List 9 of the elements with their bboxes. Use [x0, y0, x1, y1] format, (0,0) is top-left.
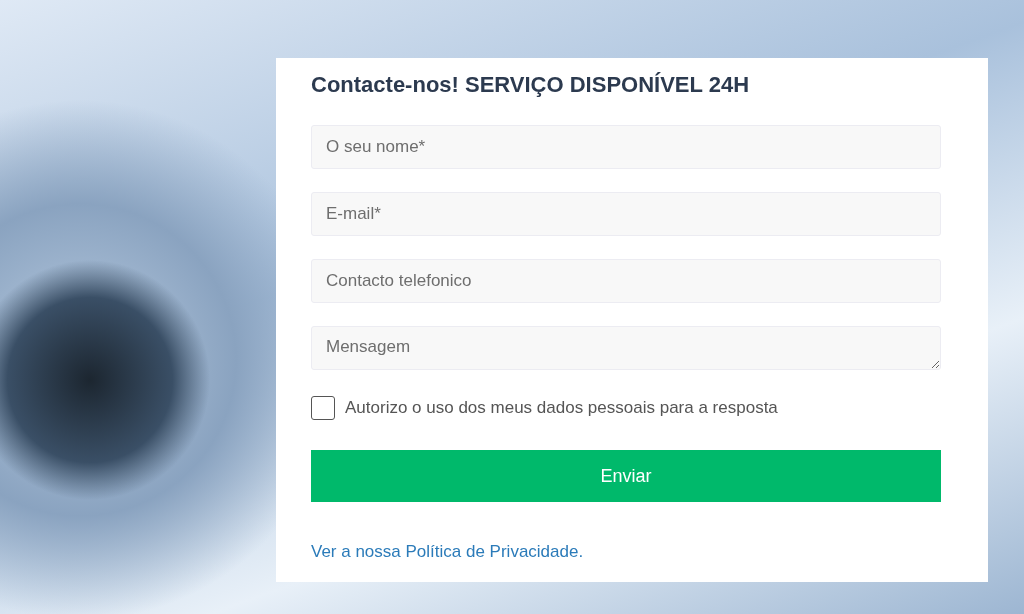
message-field[interactable]: Mensagem — [311, 326, 941, 370]
form-title: Contacte-nos! SERVIÇO DISPONÍVEL 24H — [311, 71, 751, 99]
consent-checkbox[interactable] — [311, 396, 335, 420]
consent-label: Autorizo o uso dos meus dados pessoais para a resposta — [345, 398, 778, 418]
privacy-link[interactable]: Ver a nossa Política de Privacidade. — [311, 542, 584, 561]
text-field[interactable]: O seu nome* — [311, 125, 941, 169]
submit-button[interactable]: Enviar — [311, 450, 941, 502]
text-field[interactable]: Contacto telefonico — [311, 259, 941, 303]
text-field[interactable]: E-mail* — [311, 192, 941, 236]
